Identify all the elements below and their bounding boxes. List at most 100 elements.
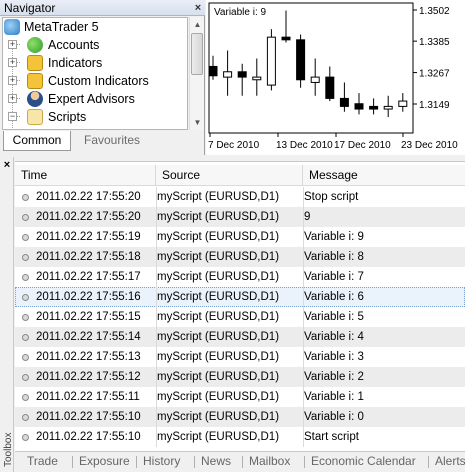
scrollbar-thumb[interactable] (191, 33, 203, 75)
tab-favourites[interactable]: Favourites (72, 131, 152, 151)
cell-message: Variable i: 7 (304, 271, 364, 283)
tab-mailbox[interactable]: Mailbox (249, 452, 290, 471)
price-axis: 1.3502 1.3385 1.3267 1.3149 (413, 6, 450, 111)
cell-time: 2011.02.22 17:55:10 (36, 411, 141, 423)
price-label: 1.3385 (419, 37, 450, 48)
tree-item-expert-advisors[interactable]: + Expert Advisors (3, 90, 187, 108)
cell-source: myScript (EURUSD,D1) (157, 311, 280, 323)
candle-body (266, 36, 276, 86)
tree-item-indicators[interactable]: + Indicators (3, 54, 187, 72)
cell-time: 2011.02.22 17:55:12 (36, 371, 141, 383)
tab-separator (194, 456, 195, 468)
cell-message: Variable i: 8 (304, 251, 364, 263)
cell-source: myScript (EURUSD,D1) (157, 391, 280, 403)
candle-body (325, 76, 335, 99)
candle-body (383, 105, 393, 110)
column-header-source[interactable]: Source (156, 165, 303, 186)
expert-advisors-icon (27, 91, 43, 107)
price-chart[interactable]: Variable i: 9 1.3502 1.3385 1.3267 1.3149 7… (206, 0, 465, 155)
navigator-title: Navigator (4, 0, 56, 15)
expand-icon[interactable]: + (8, 58, 17, 67)
table-row[interactable]: 2011.02.22 17:55:10 myScript (EURUSD,D1) S… (15, 427, 465, 447)
navigator-scrollbar[interactable]: ▲ ▼ (189, 17, 204, 130)
tree-item-scripts[interactable]: − Scripts (3, 108, 187, 126)
table-header: Time Source Message (15, 165, 465, 186)
table-row[interactable]: 2011.02.22 17:55:15 myScript (EURUSD,D1) V… (15, 307, 465, 327)
table-row[interactable]: 2011.02.22 17:55:10 myScript (EURUSD,D1) V… (15, 407, 465, 427)
table-row[interactable]: 2011.02.22 17:55:11 myScript (EURUSD,D1) V… (15, 387, 465, 407)
column-header-time[interactable]: Time (15, 165, 156, 186)
date-label: 7 Dec 2010 (208, 140, 260, 151)
chart-annotation: Variable i: 9 (214, 7, 267, 18)
info-icon (22, 294, 29, 301)
toolbox-close-button[interactable]: × (1, 159, 13, 171)
scroll-down-icon[interactable]: ▼ (190, 115, 205, 130)
tree-item-accounts[interactable]: + Accounts (3, 36, 187, 54)
cell-message: Variable i: 2 (304, 371, 364, 383)
cell-time: 2011.02.22 17:55:11 (36, 391, 140, 403)
candle-body (252, 76, 262, 81)
candle-body (223, 71, 233, 78)
tab-news[interactable]: News (201, 452, 231, 471)
tree-item-custom-indicators[interactable]: + Custom Indicators (3, 72, 187, 90)
table-row[interactable]: 2011.02.22 17:55:18 myScript (EURUSD,D1) V… (15, 247, 465, 267)
table-row[interactable]: 2011.02.22 17:55:13 myScript (EURUSD,D1) V… (15, 347, 465, 367)
cell-message: Variable i: 6 (304, 291, 364, 303)
cell-message: Variable i: 4 (304, 331, 364, 343)
expand-icon[interactable]: + (8, 94, 17, 103)
date-label: 17 Dec 2010 (334, 140, 391, 151)
info-icon (22, 394, 29, 401)
table-row[interactable]: 2011.02.22 17:55:20 myScript (EURUSD,D1) S… (15, 187, 465, 207)
column-header-message[interactable]: Message (303, 165, 465, 186)
tab-separator (242, 456, 243, 468)
tree-item-metatrader5[interactable]: MetaTrader 5 (3, 18, 187, 36)
cell-message: Stop script (304, 191, 359, 203)
info-icon (22, 354, 29, 361)
table-row[interactable]: 2011.02.22 17:55:20 myScript (EURUSD,D1) 9 (15, 207, 465, 227)
price-label: 1.3149 (419, 100, 450, 111)
cell-time: 2011.02.22 17:55:18 (36, 251, 141, 263)
navigator-panel: Navigator × MetaTrader 5 + Accounts + In… (0, 0, 205, 155)
accounts-icon (27, 37, 43, 53)
table-row[interactable]: 2011.02.22 17:55:17 myScript (EURUSD,D1) V… (15, 267, 465, 287)
table-row[interactable]: 2011.02.22 17:55:14 myScript (EURUSD,D1) V… (15, 327, 465, 347)
candle-body (369, 105, 379, 110)
cell-source: myScript (EURUSD,D1) (157, 251, 280, 263)
cell-source: myScript (EURUSD,D1) (157, 371, 280, 383)
candle-body (354, 103, 364, 110)
tab-trade[interactable]: Trade (27, 452, 58, 471)
tab-common[interactable]: Common (3, 131, 71, 151)
table-row[interactable]: 2011.02.22 17:55:12 myScript (EURUSD,D1) V… (15, 367, 465, 387)
custom-indicators-icon (27, 73, 43, 89)
scroll-up-icon[interactable]: ▲ (190, 17, 205, 32)
table-row[interactable]: 2011.02.22 17:55:19 myScript (EURUSD,D1) V… (15, 227, 465, 247)
navigator-close-button[interactable]: × (191, 2, 205, 14)
tab-history[interactable]: History (143, 452, 180, 471)
expand-icon[interactable]: + (8, 76, 17, 85)
tab-alerts[interactable]: Alerts (435, 452, 465, 471)
tree-item-label: Scripts (48, 110, 87, 124)
cell-source: myScript (EURUSD,D1) (157, 211, 280, 223)
tab-separator (428, 456, 429, 468)
info-icon (22, 334, 29, 341)
tree-item-label: Indicators (48, 56, 103, 70)
cell-source: myScript (EURUSD,D1) (157, 191, 280, 203)
toolbox-side-strip: × (0, 157, 14, 472)
info-icon (22, 314, 29, 321)
tree-item-label: Custom Indicators (48, 74, 149, 88)
candle-body (339, 97, 349, 107)
cell-time: 2011.02.22 17:55:16 (36, 291, 141, 303)
navigator-tree: MetaTrader 5 + Accounts + Indicators + C… (2, 17, 188, 130)
table-row[interactable]: 2011.02.22 17:55:16 myScript (EURUSD,D1) V… (15, 287, 465, 307)
date-label: 13 Dec 2010 (276, 140, 333, 151)
candlestick-chart[interactable]: Variable i: 9 1.3502 1.3385 1.3267 1.3149 7… (206, 0, 465, 155)
tab-economic-calendar[interactable]: Economic Calendar (311, 452, 416, 471)
cell-message: Variable i: 9 (304, 231, 364, 243)
candle-body (281, 36, 291, 41)
expand-icon[interactable]: + (8, 40, 17, 49)
tab-exposure[interactable]: Exposure (79, 452, 130, 471)
collapse-icon[interactable]: − (8, 112, 17, 121)
candle-body (208, 65, 218, 77)
candle-body (310, 76, 320, 83)
cell-message: Variable i: 5 (304, 311, 364, 323)
